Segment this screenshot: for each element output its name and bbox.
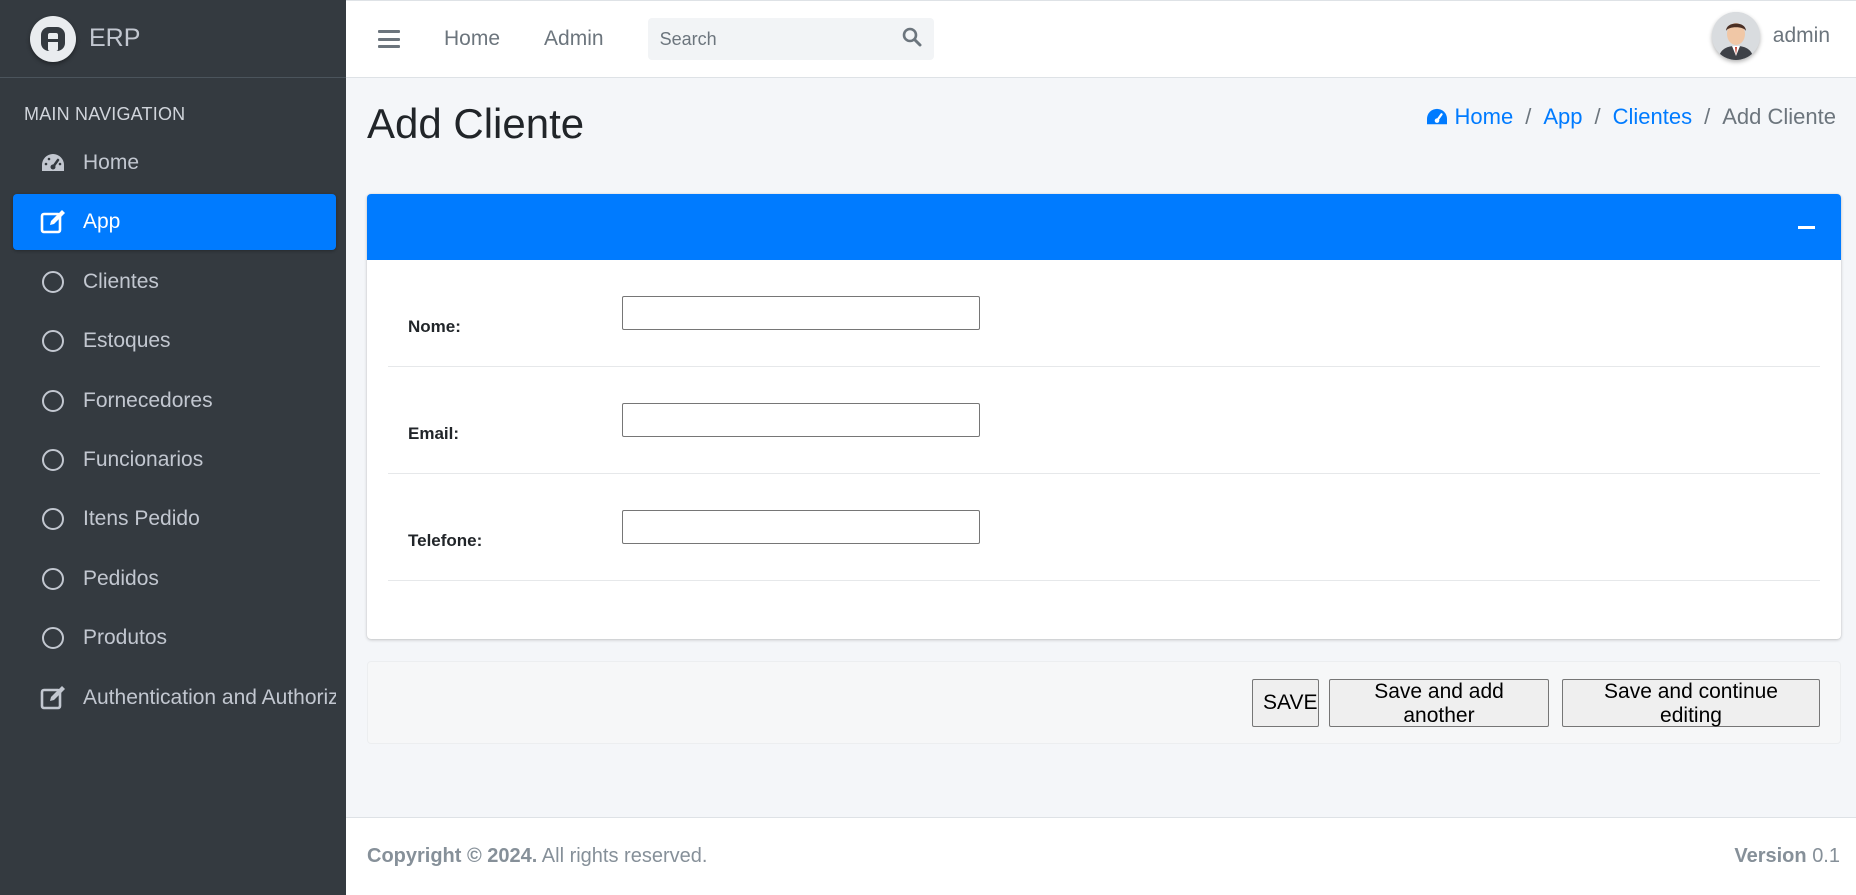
breadcrumb-home[interactable]: Home [1455,104,1514,130]
telefone-input[interactable] [622,510,980,544]
search-input[interactable]: Search [647,18,934,60]
sidebar-item-label: App [83,210,121,234]
brand-name: ERP [89,24,141,52]
brand-link[interactable]: ERP [0,0,346,78]
breadcrumb-current: Add Cliente [1722,104,1836,129]
sidebar-item-itens-pedido[interactable]: Itens Pedido [13,491,336,547]
edit-icon [39,684,67,712]
email-label: Email: [408,424,460,443]
sidebar-item-clientes[interactable]: Clientes [13,254,336,310]
breadcrumb-separator: / [1704,104,1711,129]
sidebar-item-label: Produtos [83,626,168,650]
circle-icon [39,268,67,296]
top-link-admin[interactable]: Admin [544,27,604,51]
save-button[interactable]: SAVE [1252,679,1319,727]
sidebar-item-fornecedores[interactable]: Fornecedores [13,373,336,429]
collapse-icon[interactable] [1798,226,1815,229]
copyright-bold: Copyright © 2024. [367,845,538,867]
card-header [367,194,1841,260]
submit-row: SAVE Save and add another Save and conti… [367,661,1841,744]
user-name: admin [1772,24,1830,47]
telefone-label: Telefone: [408,531,483,550]
user-menu[interactable]: admin [1711,12,1830,60]
version: Version 0.1 [1734,845,1840,868]
email-input[interactable] [622,403,980,437]
menu-toggle-icon[interactable] [378,30,400,48]
tachometer-icon [39,149,67,177]
sidebar-item-funcionarios[interactable]: Funcionarios [13,432,336,488]
breadcrumb: Home / App / Clientes / Add Cliente [1425,104,1836,130]
circle-icon [39,565,67,593]
sidebar-item-label: Clientes [83,269,159,293]
top-navbar: Home Admin Search admin [346,0,1856,78]
breadcrumb-separator: / [1525,104,1532,129]
edit-icon [39,208,67,236]
top-link-home[interactable]: Home [444,27,500,51]
nome-input[interactable] [622,296,980,330]
search-icon[interactable] [902,27,922,52]
brand-logo-icon [30,15,76,62]
breadcrumb-clientes[interactable]: Clientes [1613,104,1692,130]
form-row-email: Email: [388,367,1820,474]
version-value: 0.1 [1812,845,1840,867]
page-title: Add Cliente [367,100,585,147]
sidebar-item-produtos[interactable]: Produtos [13,610,336,666]
sidebar-nav: Home App Clientes Estoques Fornecedores [0,135,346,726]
nome-label: Nome: [408,317,461,336]
circle-icon [39,327,67,355]
sidebar-item-label: Funcionarios [83,447,204,471]
footer: Copyright © 2024. All rights reserved. V… [346,817,1856,895]
sidebar-item-label: Itens Pedido [83,507,200,531]
copyright: Copyright © 2024. All rights reserved. [367,845,707,868]
sidebar-item-app[interactable]: App [13,194,336,251]
sidebar-item-label: Estoques [83,329,171,353]
sidebar-item-estoques[interactable]: Estoques [13,313,336,369]
sidebar-item-label: Home [83,151,140,174]
sidebar: ERP MAIN NAVIGATION Home App Clientes Es… [0,0,346,895]
circle-icon [39,624,67,652]
sidebar-item-label: Pedidos [83,566,159,590]
save-add-another-button[interactable]: Save and add another [1329,679,1549,727]
save-continue-editing-button[interactable]: Save and continue editing [1562,679,1820,727]
sidebar-item-label: Authentication and Authoriz [83,685,336,709]
circle-icon [39,505,67,533]
sidebar-item-auth[interactable]: Authentication and Authoriz [13,670,336,726]
tachometer-icon [1425,107,1449,127]
version-label: Version [1734,845,1807,867]
avatar [1711,12,1760,60]
form-card: Nome: Email: Telefone: [367,194,1841,639]
breadcrumb-separator: / [1594,104,1601,129]
circle-icon [39,446,67,474]
search-placeholder: Search [659,28,717,49]
circle-icon [39,387,67,415]
sidebar-item-label: Fornecedores [83,388,213,412]
form-row-nome: Nome: [388,260,1820,367]
breadcrumb-app[interactable]: App [1543,104,1582,130]
copyright-rest: All rights reserved. [541,845,708,867]
sidebar-item-home[interactable]: Home [13,135,336,191]
sidebar-item-pedidos[interactable]: Pedidos [13,551,336,607]
form-row-telefone: Telefone: [388,474,1820,581]
nav-header: MAIN NAVIGATION [24,104,186,124]
